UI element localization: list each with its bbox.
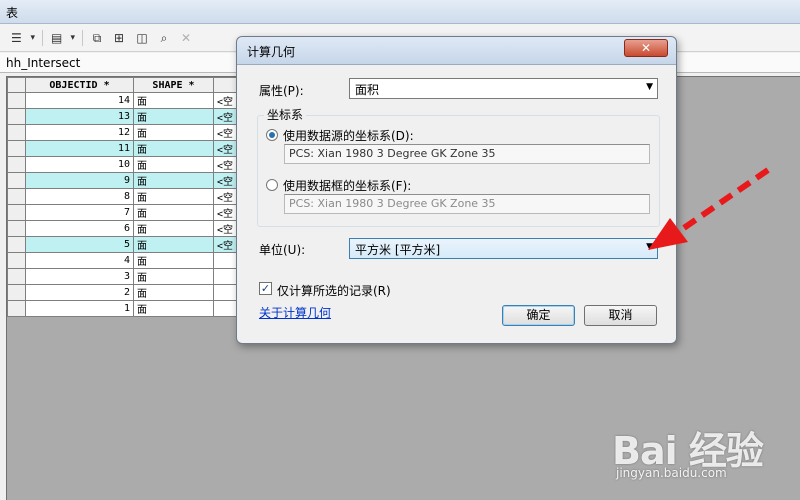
cell-shape[interactable]: 面 [133,108,214,125]
use-source-cs-label[interactable]: 使用数据源的坐标系(D): [283,127,414,144]
row-selector[interactable] [7,108,26,125]
table-row[interactable]: 4面 [7,252,254,269]
cell-shape[interactable]: 面 [133,252,214,269]
table-row[interactable]: 7 面 <空 [7,204,254,221]
cell-objectid[interactable]: 12 [25,124,134,141]
row-selector[interactable] [7,204,26,221]
use-frame-cs-radio[interactable] [266,179,278,191]
annotation-arrow-icon [648,167,770,250]
row-selector[interactable] [7,300,26,317]
table-row[interactable]: 5 面 <空 [7,236,254,253]
row-selector[interactable] [7,140,26,157]
table-row[interactable]: 8 面 <空 [7,188,254,205]
cell-objectid[interactable]: 13 [25,108,134,125]
cell-objectid[interactable]: 5 [25,236,134,253]
cell-shape[interactable]: 面 [133,300,214,317]
row-selector[interactable] [7,220,26,237]
use-frame-cs-label[interactable]: 使用数据框的坐标系(F): [283,177,411,194]
baidu-watermark: Bai 经验 jingyan.baidu.com [612,420,792,488]
table-row[interactable]: 12 面 <空 [7,124,254,141]
table-body: 14 面 <空 13 面 <空 12 面 <空 11 面 <空 10 面 <空 9 面 <空 8 面 <空 7 面 <空 6 面 <… [7,92,254,317]
row-selector[interactable] [7,236,26,253]
clear-selection-icon[interactable]: ⊞ [110,29,128,47]
coordinate-system-group-label: 坐标系 [264,106,307,123]
cell-shape[interactable]: 面 [133,268,214,285]
cell-shape[interactable]: 面 [133,220,214,237]
row-selector[interactable] [7,284,26,301]
column-header-objectid[interactable]: OBJECTID * [25,77,134,93]
cell-objectid[interactable]: 7 [25,204,134,221]
ok-button[interactable]: 确定 [502,305,575,326]
cell-objectid[interactable]: 8 [25,188,134,205]
cell-objectid[interactable]: 11 [25,140,134,157]
cell-shape[interactable]: 面 [133,140,214,157]
cell-objectid[interactable]: 1 [25,300,134,317]
row-selector[interactable] [7,92,26,109]
switch-selection-icon[interactable]: ⧉ [88,29,106,47]
cell-shape[interactable]: 面 [133,156,214,173]
toolbar-separator [42,30,43,46]
cell-objectid[interactable]: 10 [25,156,134,173]
row-selector[interactable] [7,252,26,269]
table-row[interactable]: 2面 [7,284,254,301]
attribute-table: OBJECTID * SHAPE * 14 面 <空 13 面 <空 12 面 <空 11 面 <空 1… [7,77,254,317]
calculate-geometry-dialog: 计算几何 ✕ 属性(P): 面积 ▼ 坐标系 使用数据源的坐标系(D): PCS… [236,36,677,344]
select-by-attributes-icon[interactable]: ▤ [48,29,78,47]
table-row[interactable]: 13 面 <空 [7,108,254,125]
source-cs-value: PCS: Xian 1980 3 Degree GK Zone 35 [284,144,650,164]
selected-only-label[interactable]: 仅计算所选的记录(R) [277,282,391,299]
unit-select-value: 平方米 [平方米] [355,243,441,257]
row-selector-header[interactable] [7,77,26,93]
table-row[interactable]: 3面 [7,268,254,285]
row-selector[interactable] [7,124,26,141]
row-selector[interactable] [7,268,26,285]
table-row[interactable]: 9 面 <空 [7,172,254,189]
table-row[interactable]: 6 面 <空 [7,220,254,237]
toolbar-separator [82,30,83,46]
frame-cs-value: PCS: Xian 1980 3 Degree GK Zone 35 [284,194,650,214]
unit-label: 单位(U): [259,243,306,257]
property-select[interactable]: 面积 ▼ [349,78,658,99]
cell-objectid[interactable]: 3 [25,268,134,285]
table-options-icon[interactable]: ☰ [8,29,38,47]
cell-objectid[interactable]: 14 [25,92,134,109]
column-header-shape[interactable]: SHAPE * [133,77,214,93]
chevron-down-icon: ▼ [646,82,653,92]
cell-shape[interactable]: 面 [133,284,214,301]
dialog-title: 计算几何 [237,37,676,65]
window-title: 表 [0,0,800,24]
cell-objectid[interactable]: 9 [25,172,134,189]
row-selector[interactable] [7,156,26,173]
cell-objectid[interactable]: 6 [25,220,134,237]
cell-shape[interactable]: 面 [133,188,214,205]
table-row[interactable]: 14 面 <空 [7,92,254,109]
delete-selected-icon[interactable]: ✕ [177,29,195,47]
cell-shape[interactable]: 面 [133,124,214,141]
row-selector[interactable] [7,172,26,189]
cell-shape[interactable]: 面 [133,236,214,253]
close-button[interactable]: ✕ [624,39,668,57]
cell-objectid[interactable]: 2 [25,284,134,301]
cell-shape[interactable]: 面 [133,204,214,221]
property-select-value: 面积 [355,83,380,97]
table-row[interactable]: 10 面 <空 [7,156,254,173]
zoom-to-selected-icon[interactable]: ◫ [133,29,151,47]
table-row[interactable]: 11 面 <空 [7,140,254,157]
find-replace-icon[interactable]: ⌕ [155,29,173,47]
selected-only-checkbox[interactable]: ✓ [259,282,272,295]
property-label: 属性(P): [259,84,304,98]
cancel-button[interactable]: 取消 [584,305,657,326]
row-selector[interactable] [7,188,26,205]
cell-objectid[interactable]: 4 [25,252,134,269]
cell-shape[interactable]: 面 [133,92,214,109]
baidu-watermark-url: jingyan.baidu.com [616,466,727,480]
cell-shape[interactable]: 面 [133,172,214,189]
table-row[interactable]: 1面 [7,300,254,317]
use-source-cs-radio[interactable] [266,129,278,141]
about-calculate-geometry-link[interactable]: 关于计算几何 [259,304,331,321]
unit-select[interactable]: 平方米 [平方米] ▼ [349,238,658,259]
